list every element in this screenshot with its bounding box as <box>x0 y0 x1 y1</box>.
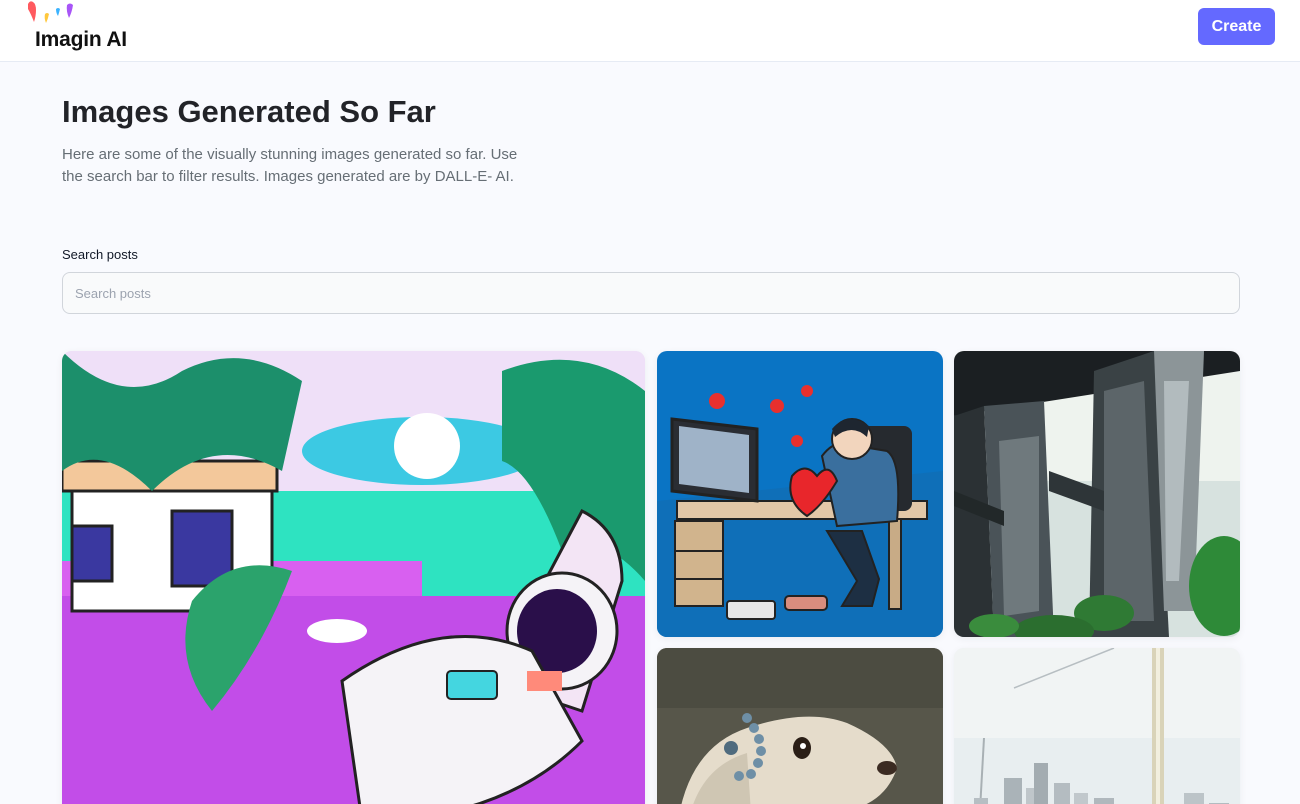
gallery-card-city-skyline[interactable] <box>954 648 1240 804</box>
imagin-ai-logo[interactable]: Imagin AI <box>26 0 146 60</box>
city-skyline-image <box>954 648 1240 804</box>
logo-paint-drops-icon <box>28 1 73 23</box>
gallery-card-futuristic-tower[interactable] <box>954 351 1240 637</box>
create-button[interactable]: Create <box>1198 8 1275 45</box>
computer-man-image <box>657 351 943 637</box>
gallery-card-astronaut[interactable] <box>62 351 645 804</box>
gallery-card-computer-man[interactable] <box>657 351 943 637</box>
page-title: Images Generated So Far <box>62 94 436 129</box>
search-input[interactable] <box>62 272 1240 314</box>
seal-painting-image <box>657 648 943 804</box>
gallery-card-seal-painting[interactable] <box>657 648 943 804</box>
astronaut-image <box>62 351 645 804</box>
page-description: Here are some of the visually stunning i… <box>62 146 518 185</box>
top-navbar: Imagin AI Create <box>0 0 1300 62</box>
logo-text: Imagin AI <box>35 28 127 51</box>
search-label: Search posts <box>62 247 138 262</box>
futuristic-tower-image <box>954 351 1240 637</box>
